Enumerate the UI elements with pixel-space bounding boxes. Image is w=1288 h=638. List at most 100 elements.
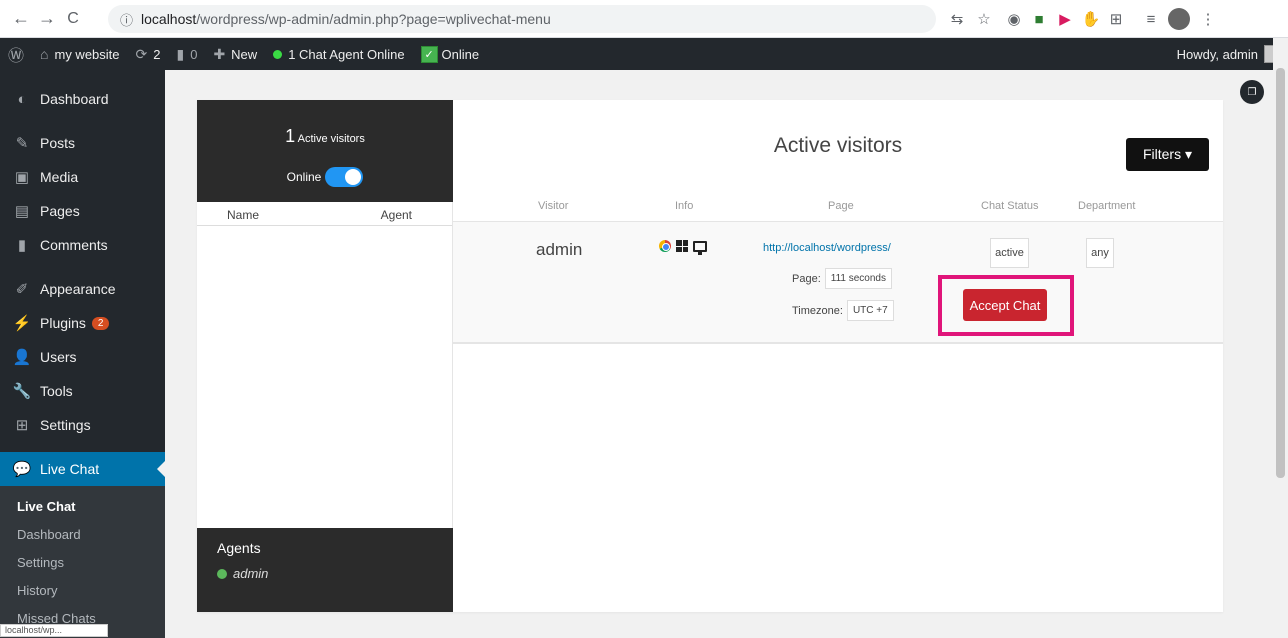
- online-toggle[interactable]: ✓ Online: [413, 38, 488, 70]
- back-button[interactable]: ←: [8, 8, 34, 29]
- agents-online-link[interactable]: 1 Chat Agent Online: [265, 38, 412, 70]
- visitor-list-column: 1 Active visitors Online Name Agent Agen…: [197, 100, 453, 612]
- pages-icon: ▤: [14, 203, 30, 220]
- submenu-live-chat[interactable]: Live Chat: [0, 492, 165, 520]
- toggle-knob: [345, 169, 362, 185]
- timezone-row: Timezone: UTC +7: [792, 300, 894, 321]
- expand-icon[interactable]: ❐: [1240, 80, 1264, 104]
- page-time-row: Page: 111 seconds: [792, 268, 892, 289]
- reload-button[interactable]: C: [60, 10, 86, 28]
- sidebar-item-label: Plugins: [40, 315, 86, 331]
- chat-status-badge: active: [990, 238, 1029, 268]
- comments-count: 0: [190, 46, 198, 62]
- col-agent: Agent: [380, 208, 412, 222]
- agents-box: Agents admin: [197, 528, 453, 612]
- agents-title: Agents: [217, 540, 261, 556]
- checkbox-checked-icon[interactable]: ✓: [420, 45, 438, 63]
- sidebar-item-dashboard[interactable]: ◐ Dashboard: [0, 82, 165, 116]
- admin-sidebar: ◐ Dashboard ✎ Posts ▣ Media ▤ Pages ▮ Comment…: [0, 70, 165, 638]
- bookmark-star-icon[interactable]: ☆: [973, 8, 995, 30]
- visitor-list-header: Name Agent: [197, 202, 452, 226]
- sidebar-item-tools[interactable]: 🔧 Tools: [0, 374, 165, 408]
- extension-icon[interactable]: ✋: [1080, 8, 1102, 30]
- col-info: Info: [675, 200, 694, 212]
- settings-icon: ⊞: [15, 417, 29, 434]
- howdy-label: Howdy, admin: [1176, 46, 1258, 62]
- more-menu-icon[interactable]: ⋮: [1197, 8, 1219, 30]
- page-scrollbar[interactable]: [1273, 38, 1288, 637]
- sidebar-item-label: Users: [40, 349, 77, 365]
- col-visitor: Visitor: [538, 200, 569, 212]
- accept-chat-button[interactable]: Accept Chat: [963, 289, 1047, 321]
- agent-row: admin: [217, 566, 433, 581]
- sidebar-item-live-chat[interactable]: 💬 Live Chat: [0, 452, 165, 486]
- camera-icon[interactable]: ◉: [1003, 8, 1025, 30]
- plus-icon: ✚: [213, 45, 226, 62]
- home-icon: ⌂: [40, 46, 49, 62]
- visitor-name: admin: [536, 240, 583, 259]
- extension-icon[interactable]: ▶: [1054, 8, 1076, 30]
- col-chat-status: Chat Status: [981, 200, 1039, 212]
- active-visitors-header: 1 Active visitors Online: [197, 100, 453, 202]
- extension-icon[interactable]: ■: [1028, 8, 1050, 30]
- sidebar-item-label: Pages: [40, 203, 80, 219]
- online-toggle-switch[interactable]: [325, 167, 364, 187]
- sidebar-item-label: Media: [40, 169, 79, 185]
- sidebar-item-users[interactable]: 👤 Users: [0, 340, 165, 374]
- desktop-device-icon: [693, 240, 707, 255]
- sidebar-item-plugins[interactable]: ⚡ Plugins 2: [0, 306, 165, 340]
- site-info-icon[interactable]: ⓘ: [120, 10, 133, 29]
- sidebar-item-pages[interactable]: ▤ Pages: [0, 194, 165, 228]
- timezone-label: Timezone:: [792, 304, 843, 317]
- address-bar[interactable]: ⓘ localhost /wordpress/wp-admin/admin.ph…: [108, 5, 936, 33]
- browser-toolbar: ← → C ⓘ localhost /wordpress/wp-admin/ad…: [0, 0, 1288, 38]
- submenu-settings[interactable]: Settings: [0, 548, 165, 576]
- online-dot-icon: [273, 49, 283, 59]
- wp-logo-icon[interactable]: Ⓦ: [0, 38, 32, 70]
- windows-os-icon: [676, 240, 688, 252]
- tools-icon: 🔧: [12, 383, 32, 400]
- sidebar-item-posts[interactable]: ✎ Posts: [0, 126, 165, 160]
- page-title: Active visitors: [773, 134, 903, 157]
- wp-admin-bar: Ⓦ ⌂ my website ⟳ 2 ▮ 0 ✚ New 1 Chat Agen…: [0, 38, 1288, 70]
- forward-button[interactable]: →: [34, 8, 60, 29]
- sidebar-item-label: Posts: [40, 135, 76, 151]
- sidebar-item-comments[interactable]: ▮ Comments: [0, 228, 165, 262]
- sidebar-item-label: Live Chat: [40, 461, 100, 477]
- comment-icon: ▮: [176, 45, 185, 62]
- agent-name: admin: [233, 566, 269, 581]
- updates-link[interactable]: ⟳ 2: [128, 38, 169, 70]
- col-department: Department: [1078, 200, 1136, 212]
- sidebar-item-settings[interactable]: ⊞ Settings: [0, 408, 165, 442]
- col-name: Name: [227, 208, 260, 222]
- visitor-page-link[interactable]: http://localhost/wordpress/: [763, 242, 891, 254]
- profile-avatar[interactable]: [1168, 8, 1190, 30]
- pin-icon: ✎: [15, 135, 29, 152]
- comments-link[interactable]: ▮ 0: [168, 38, 205, 70]
- sidebar-item-media[interactable]: ▣ Media: [0, 160, 165, 194]
- users-icon: 👤: [12, 349, 32, 366]
- sidebar-item-appearance[interactable]: ✐ Appearance: [0, 272, 165, 306]
- visitor-count-label: Active visitors: [297, 133, 365, 145]
- media-icon: ▣: [14, 169, 30, 186]
- updates-count: 2: [153, 46, 161, 62]
- scroll-thumb[interactable]: [1276, 68, 1285, 478]
- dashboard-icon: ◐: [17, 90, 27, 108]
- online-status-label: Online: [441, 46, 480, 62]
- refresh-icon: ⟳: [135, 45, 148, 62]
- status-tooltip: localhost/wp...: [0, 624, 108, 637]
- online-toggle-label: Online: [286, 170, 322, 184]
- site-name-link[interactable]: ⌂ my website: [32, 38, 128, 70]
- submenu-history[interactable]: History: [0, 576, 165, 604]
- chrome-browser-icon: [659, 240, 671, 252]
- account-menu[interactable]: Howdy, admin: [1177, 38, 1282, 70]
- comments-icon: ▮: [17, 237, 27, 254]
- translate-icon[interactable]: ⇆: [946, 8, 968, 30]
- department-badge: any: [1086, 238, 1114, 268]
- reading-list-icon[interactable]: ≡: [1140, 8, 1162, 30]
- apps-icon[interactable]: ⊞: [1105, 8, 1127, 30]
- filters-button[interactable]: Filters ▾: [1126, 138, 1209, 171]
- plugins-icon: ⚡: [12, 315, 32, 332]
- submenu-dashboard[interactable]: Dashboard: [0, 520, 165, 548]
- new-content-link[interactable]: ✚ New: [205, 38, 265, 70]
